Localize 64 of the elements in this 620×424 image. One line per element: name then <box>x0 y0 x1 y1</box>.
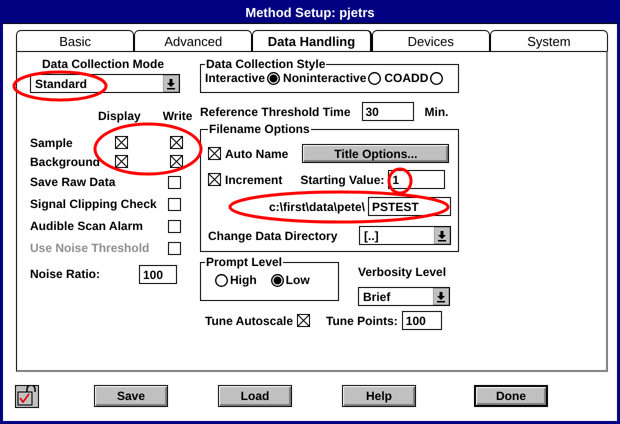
field-label: Change Data Directory <box>208 228 338 242</box>
radio-button[interactable] <box>430 72 444 84</box>
tab[interactable]: Advanced <box>134 30 252 51</box>
dropdown[interactable]: Brief <box>358 287 450 306</box>
tab[interactable]: Devices <box>372 30 490 51</box>
radio-button[interactable] <box>368 72 382 84</box>
field-label: Reference Threshold Time <box>200 104 350 118</box>
dropdown-arrow-icon <box>434 227 450 244</box>
directory-path: c:\first\data\pete\ <box>268 200 365 214</box>
dropdown-arrow-icon <box>433 288 449 305</box>
checkbox[interactable] <box>115 136 128 149</box>
radio-label: Low <box>286 273 310 287</box>
checkbox[interactable] <box>168 176 181 188</box>
checkbox[interactable] <box>208 173 221 186</box>
option-label: Signal Clipping Check <box>30 197 158 211</box>
checkbox[interactable] <box>208 147 221 160</box>
dialog-button[interactable]: Save <box>94 385 168 408</box>
checkbox-label: Auto Name <box>225 146 288 160</box>
radio-button[interactable] <box>270 274 284 286</box>
radio-label: Noninteractive <box>283 71 366 85</box>
option-label: Save Raw Data <box>30 175 116 189</box>
radio-button[interactable] <box>267 72 280 84</box>
window-title: Method Setup: pjetrs <box>3 3 617 24</box>
checked-lock-icon[interactable] <box>15 384 39 408</box>
dropdown[interactable]: [..] <box>359 226 451 245</box>
group-title: Filename Options <box>208 122 311 136</box>
column-header: Write <box>162 109 192 125</box>
dropdown[interactable]: Standard <box>30 74 180 93</box>
checkbox[interactable] <box>168 198 181 210</box>
radio-label: COADD <box>384 71 428 85</box>
input-field[interactable]: 100 <box>139 264 177 284</box>
dropdown-arrow-icon <box>163 75 179 92</box>
dialog-button[interactable]: Help <box>342 385 416 408</box>
field-label: Verbosity Level <box>358 265 448 279</box>
checkbox[interactable] <box>297 314 310 327</box>
input-field[interactable]: 100 <box>402 311 442 330</box>
checkbox[interactable] <box>168 220 181 232</box>
field-label: Tune Points: <box>326 314 398 328</box>
tab[interactable]: Basic <box>16 30 134 51</box>
option-label: Background <box>30 154 102 168</box>
radio-button[interactable] <box>215 274 228 286</box>
tab[interactable]: System <box>490 30 608 51</box>
radio-label: High <box>230 273 257 287</box>
radio-label: Interactive <box>205 71 266 85</box>
column-header: Display <box>98 109 141 125</box>
title-options-button[interactable]: Title Options... <box>302 144 450 163</box>
checkbox-label: Tune Autoscale <box>205 314 294 328</box>
option-label: Audible Scan Alarm <box>30 219 144 233</box>
checkbox[interactable] <box>170 136 183 149</box>
group-title: Prompt Level <box>205 255 284 269</box>
input-field[interactable]: 30 <box>362 102 414 121</box>
field-label: Noise Ratio: <box>30 267 102 281</box>
option-label: Use Noise Threshold <box>30 241 150 255</box>
group-title: Data Collection Style <box>205 57 326 71</box>
dialog-button[interactable]: Done <box>474 385 548 408</box>
field-label: Data Collection Mode <box>42 57 164 71</box>
unit-label: Min. <box>424 104 448 118</box>
field-label: Starting Value: <box>300 172 384 186</box>
option-label: Sample <box>30 136 74 150</box>
checkbox-label: Increment <box>225 172 282 186</box>
checkbox[interactable] <box>115 155 128 168</box>
checkbox[interactable] <box>170 155 183 168</box>
tab[interactable]: Data Handling <box>252 30 372 51</box>
dialog-button[interactable]: Load <box>218 385 292 408</box>
